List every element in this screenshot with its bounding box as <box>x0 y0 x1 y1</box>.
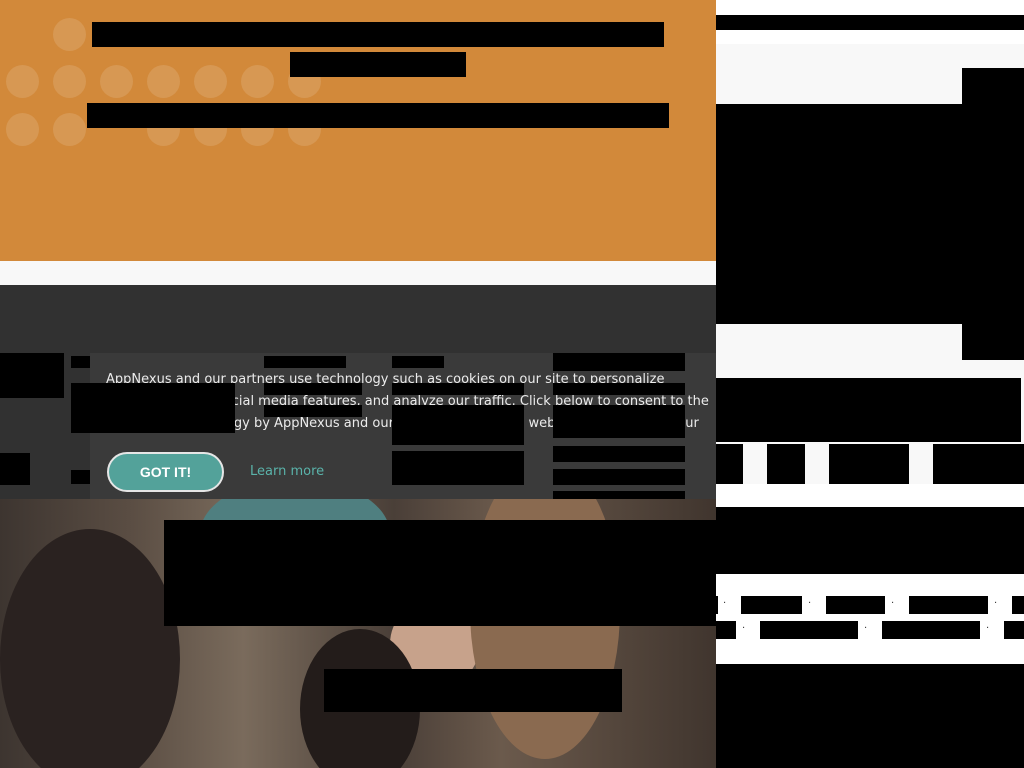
footer-link-redacted[interactable] <box>392 383 524 395</box>
right-image-redacted <box>962 68 1024 360</box>
right-block-redacted <box>716 507 1024 574</box>
footer-logo-redacted <box>0 353 64 398</box>
footer-link-redacted[interactable] <box>392 451 524 485</box>
footer-nav-redacted[interactable] <box>71 383 235 433</box>
right-tag-redacted[interactable] <box>829 444 909 484</box>
right-tag-redacted[interactable] <box>716 444 743 484</box>
footer-link-redacted[interactable] <box>264 405 362 417</box>
pattern-dot <box>53 18 86 51</box>
separator-dot: · <box>994 598 998 609</box>
footer-link-redacted[interactable] <box>553 405 685 438</box>
photo-button-redacted[interactable] <box>324 669 622 712</box>
right-nav-redacted[interactable] <box>716 15 1024 30</box>
pattern-dot <box>147 65 180 98</box>
footer-link-redacted[interactable] <box>392 405 524 445</box>
hero-title-redacted <box>92 22 664 47</box>
learn-more-link[interactable]: Learn more <box>250 464 324 479</box>
accept-cookies-button[interactable]: GOT IT! <box>107 452 224 492</box>
right-heading-redacted <box>716 378 1021 442</box>
section-divider <box>0 261 716 285</box>
right-links-area <box>716 574 1024 664</box>
right-tag-redacted[interactable] <box>933 444 1024 484</box>
pattern-dot <box>53 113 86 146</box>
hero-subtitle-redacted <box>87 103 669 128</box>
footer-social-redacted <box>0 453 30 485</box>
separator-dot: · <box>864 623 868 634</box>
separator-dot: · <box>891 598 895 609</box>
hero-title-line2-redacted <box>290 52 466 77</box>
right-content-redacted <box>716 104 962 324</box>
pattern-dot <box>53 65 86 98</box>
right-tag-redacted[interactable] <box>767 444 805 484</box>
right-link-redacted[interactable] <box>760 621 858 639</box>
pattern-dot <box>194 65 227 98</box>
right-link-redacted[interactable] <box>716 621 736 639</box>
separator-dot: · <box>986 623 990 634</box>
separator-dot: · <box>723 598 727 609</box>
pattern-dot <box>100 65 133 98</box>
right-link-redacted[interactable] <box>826 596 885 614</box>
hero-section <box>0 0 716 261</box>
footer-heading-redacted <box>392 356 444 368</box>
right-link-redacted[interactable] <box>909 596 988 614</box>
pattern-dot <box>6 113 39 146</box>
footer-heading-redacted <box>264 356 346 368</box>
footer-link-redacted[interactable] <box>553 491 685 499</box>
footer-link-redacted[interactable] <box>264 383 362 395</box>
footer-link-redacted[interactable] <box>553 446 685 462</box>
photo-jacket-shape <box>0 529 180 768</box>
pattern-dot <box>241 65 274 98</box>
footer-link-redacted[interactable] <box>553 383 685 395</box>
right-link-redacted[interactable] <box>882 621 980 639</box>
separator-dot: · <box>742 623 746 634</box>
separator-dot: · <box>808 598 812 609</box>
photo-caption-redacted <box>164 520 716 626</box>
right-link-redacted[interactable] <box>716 596 718 614</box>
footer-heading-redacted <box>553 353 685 371</box>
right-bottom-redacted <box>716 664 1024 768</box>
right-link-redacted[interactable] <box>1012 596 1024 614</box>
footer-link-redacted[interactable] <box>553 469 685 485</box>
pattern-dot <box>6 65 39 98</box>
right-spacer <box>716 484 1024 507</box>
right-link-redacted[interactable] <box>741 596 802 614</box>
right-link-redacted[interactable] <box>1004 621 1024 639</box>
